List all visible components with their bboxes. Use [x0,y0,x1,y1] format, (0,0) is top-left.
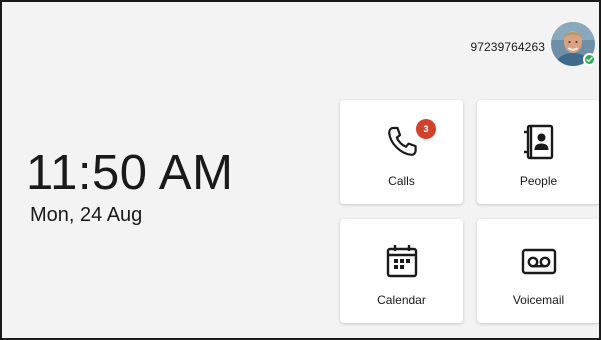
avatar[interactable] [551,22,596,66]
calendar-tile[interactable]: Calendar [340,219,463,323]
contacts-icon [523,124,553,160]
calls-label: Calls [388,174,415,188]
clock-time: 11:50 AM [26,146,234,200]
clock-date: Mon, 24 Aug [30,204,143,226]
voicemail-icon [521,248,556,275]
home-screen: 97239764263 11:50 AM Mon, 24 Aug 3 Calls [0,0,601,340]
presence-available-badge [583,53,596,66]
voicemail-label: Voicemail [512,293,565,307]
checkmark-icon [586,56,593,62]
calendar-icon [386,245,417,278]
calendar-label: Calendar [377,293,426,307]
people-tile[interactable]: People [477,100,599,204]
user-phone-number: 97239764263 [470,40,545,54]
missed-calls-badge: 3 [416,119,436,139]
calls-tile[interactable]: 3 Calls [340,100,463,204]
voicemail-tile[interactable]: Voicemail [477,219,599,323]
people-label: People [519,174,558,188]
